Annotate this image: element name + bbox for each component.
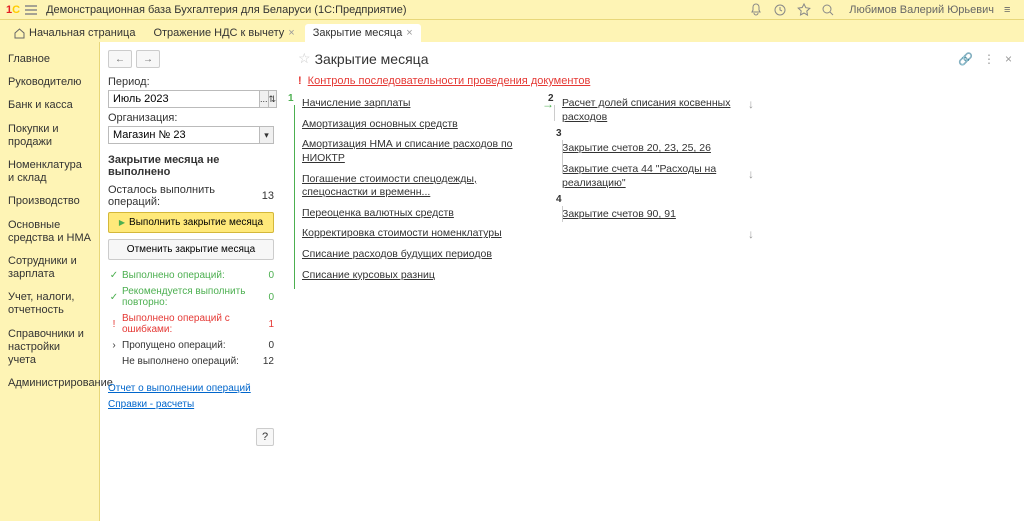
sidebar-item-bank[interactable]: Банк и касса xyxy=(0,94,99,117)
close-panel-icon[interactable]: × xyxy=(1005,52,1012,66)
org-input[interactable] xyxy=(108,126,260,144)
nav-forward-button[interactable]: → xyxy=(136,50,160,68)
step-number: 4 xyxy=(556,194,562,205)
check-icon: ✓ xyxy=(108,292,120,303)
window-menu-icon[interactable]: ≡ xyxy=(1004,4,1018,16)
tab-nds[interactable]: Отражение НДС к вычету × xyxy=(145,24,302,42)
sidebar-item-stock[interactable]: Номенклатура и склад xyxy=(0,154,99,190)
skip-label: Пропущено операций: xyxy=(120,340,258,351)
operation-link[interactable]: Закрытие счетов 20, 23, 25, 26 xyxy=(562,142,736,156)
notdone-count: 12 xyxy=(258,356,274,367)
operation-link[interactable]: Закрытие счетов 90, 91 xyxy=(562,208,736,222)
org-dropdown-button[interactable]: ▾ xyxy=(260,126,274,144)
execute-button-label: Выполнить закрытие месяца xyxy=(129,217,263,228)
done-label: Выполнено операций: xyxy=(120,270,258,281)
cancel-button[interactable]: Отменить закрытие месяца xyxy=(108,239,274,260)
tab-home-label: Начальная страница xyxy=(29,27,135,39)
operation-link[interactable]: Списание курсовых разниц xyxy=(302,269,530,283)
step-1-column: 1 Начисление зарплаты Амортизация основн… xyxy=(294,97,538,289)
bell-icon[interactable] xyxy=(749,3,763,17)
arrow-down-icon: ↓ xyxy=(748,97,760,111)
operation-link[interactable]: Закрытие счета 44 "Расходы на реализацию… xyxy=(562,163,736,190)
logo-1c: 1 xyxy=(6,4,20,16)
titlebar: 1 Демонстрационная база Бухгалтерия для … xyxy=(0,0,1024,20)
sidebar-item-manager[interactable]: Руководителю xyxy=(0,71,99,94)
help-button[interactable]: ? xyxy=(256,428,274,446)
left-panel: ← → Период: ... ⇅ Организация: ▾ xyxy=(100,42,282,521)
cancel-button-label: Отменить закрытие месяца xyxy=(127,244,255,255)
sequence-check-link[interactable]: Контроль последовательности проведения д… xyxy=(308,75,591,87)
nav-back-button[interactable]: ← xyxy=(108,50,132,68)
close-icon[interactable]: × xyxy=(406,28,412,39)
favorite-star-icon[interactable]: ☆ xyxy=(298,50,311,67)
operation-link[interactable]: Амортизация основных средств xyxy=(302,118,530,132)
period-label: Период: xyxy=(108,76,274,88)
sidebar-item-admin[interactable]: Администрирование xyxy=(0,372,99,395)
done-count: 0 xyxy=(258,270,274,281)
operation-link[interactable]: Корректировка стоимости номенклатуры xyxy=(302,227,530,241)
operation-link[interactable]: Расчет долей списания косвенных расходов xyxy=(562,97,736,124)
retry-label: Рекомендуется выполнить повторно: xyxy=(120,286,258,308)
sidebar-item-tax[interactable]: Учет, налоги, отчетность xyxy=(0,286,99,322)
operation-link[interactable]: Амортизация НМА и списание расходов по Н… xyxy=(302,138,530,165)
warning-icon: ! xyxy=(298,75,302,87)
arrow-down-icon: ↓ xyxy=(748,227,760,241)
error-icon: ! xyxy=(108,319,120,330)
period-input[interactable] xyxy=(108,90,260,108)
tab-close-month-label: Закрытие месяца xyxy=(313,27,403,39)
org-label: Организация: xyxy=(108,112,274,124)
operation-link[interactable]: Начисление зарплаты xyxy=(302,97,530,111)
tab-close-month[interactable]: Закрытие месяца × xyxy=(305,24,421,42)
remain-count: 13 xyxy=(254,190,274,202)
tab-nds-label: Отражение НДС к вычету xyxy=(153,27,284,39)
remain-label: Осталось выполнить операций: xyxy=(108,184,254,208)
operation-link[interactable]: Списание расходов будущих периодов xyxy=(302,248,530,262)
operations-area: ☆ Закрытие месяца 🔗 ⋮ × ! Контроль после… xyxy=(282,42,1024,521)
sidebar-item-sales[interactable]: Покупки и продажи xyxy=(0,118,99,154)
period-stepper-button[interactable]: ⇅ xyxy=(269,90,278,108)
step-number: 1 xyxy=(288,93,294,104)
tabbar: Начальная страница Отражение НДС к вычет… xyxy=(0,20,1024,42)
more-icon[interactable]: ⋮ xyxy=(983,52,995,66)
sidebar-item-main[interactable]: Главное xyxy=(0,48,99,71)
report-link[interactable]: Отчет о выполнении операций xyxy=(108,383,251,394)
operation-link[interactable]: Погашение стоимости спецодежды, спецосна… xyxy=(302,173,530,200)
skip-count: 0 xyxy=(258,340,274,351)
status-title: Закрытие месяца не выполнено xyxy=(108,154,274,178)
step-234-column: 2 Расчет долей списания косвенных расход… xyxy=(554,97,744,289)
close-icon[interactable]: × xyxy=(288,28,294,39)
search-icon[interactable] xyxy=(821,3,835,17)
arrow-icon: › xyxy=(108,340,120,351)
app-title: Демонстрационная база Бухгалтерия для Бе… xyxy=(46,4,749,16)
err-label: Выполнено операций с ошибками: xyxy=(120,313,258,335)
retry-count: 0 xyxy=(258,292,274,303)
sidebar-item-hr[interactable]: Сотрудники и зарплата xyxy=(0,250,99,286)
page-title: Закрытие месяца xyxy=(315,51,429,67)
star-icon[interactable] xyxy=(797,3,811,17)
operation-link[interactable]: Переоценка валютных средств xyxy=(302,207,530,221)
check-icon: ✓ xyxy=(108,270,120,281)
tab-home[interactable]: Начальная страница xyxy=(6,24,143,42)
sidebar: Главное Руководителю Банк и касса Покупк… xyxy=(0,42,100,521)
err-count: 1 xyxy=(258,319,274,330)
arrow-down-icon: ↓ xyxy=(748,167,760,181)
play-icon: ▶ xyxy=(119,218,125,227)
help-calc-link[interactable]: Справки - расчеты xyxy=(108,399,194,410)
history-icon[interactable] xyxy=(773,3,787,17)
sidebar-item-production[interactable]: Производство xyxy=(0,190,99,213)
step-number: 3 xyxy=(556,128,562,139)
notdone-label: Не выполнено операций: xyxy=(120,356,258,367)
step-number: 2 xyxy=(548,93,554,104)
sidebar-item-refs[interactable]: Справочники и настройки учета xyxy=(0,323,99,373)
period-select-button[interactable]: ... xyxy=(260,90,269,108)
user-name[interactable]: Любимов Валерий Юрьевич xyxy=(849,4,994,16)
sidebar-item-assets[interactable]: Основные средства и НМА xyxy=(0,214,99,250)
main-menu-icon[interactable] xyxy=(24,3,38,17)
execute-button[interactable]: ▶ Выполнить закрытие месяца xyxy=(108,212,274,233)
link-icon[interactable]: 🔗 xyxy=(958,52,973,66)
